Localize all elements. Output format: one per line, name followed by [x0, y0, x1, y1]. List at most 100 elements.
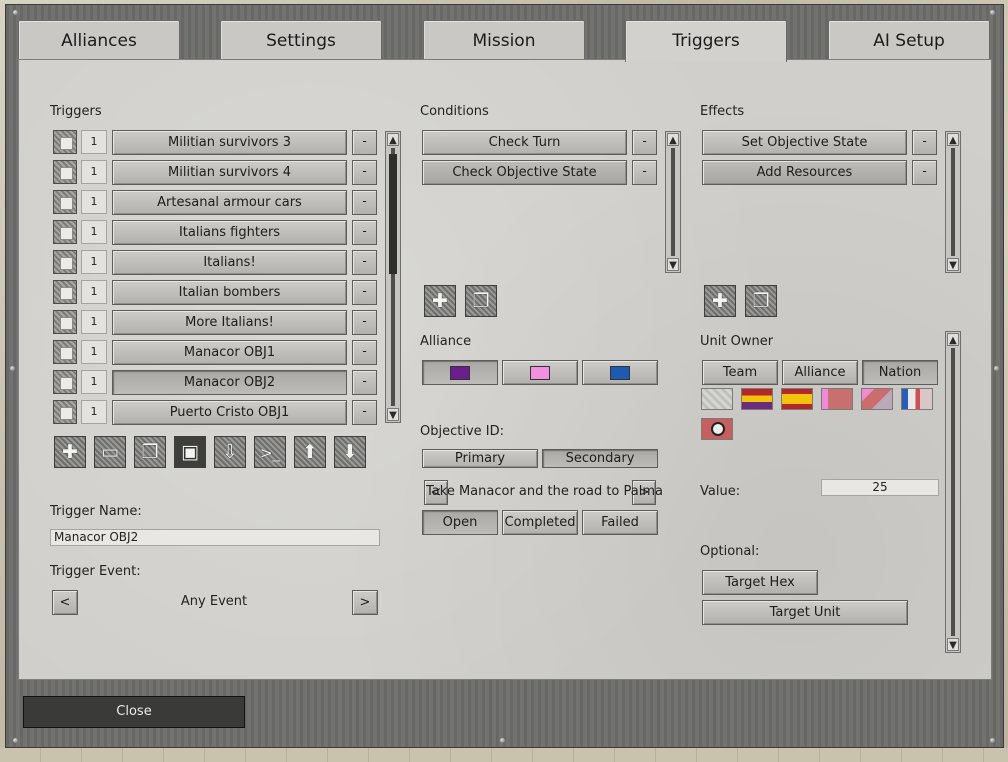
trigger-enabled-checkbox[interactable] — [53, 190, 77, 214]
trigger-repeat-count[interactable]: 1 — [81, 280, 107, 304]
trigger-enabled-checkbox[interactable] — [53, 340, 77, 364]
remove-trigger-button[interactable]: - — [352, 250, 377, 275]
owner-team-button[interactable]: Team — [702, 360, 778, 385]
trigger-enabled-checkbox[interactable] — [53, 370, 77, 394]
tab-ai-setup[interactable]: AI Setup — [828, 20, 990, 60]
scroll-down-icon[interactable]: ▼ — [387, 408, 399, 421]
add-condition-button[interactable]: ✚ — [424, 285, 456, 317]
copy-condition-button[interactable]: ❐ — [465, 285, 497, 317]
scroll-up-icon[interactable]: ▲ — [947, 333, 959, 346]
trigger-enabled-checkbox[interactable] — [53, 130, 77, 154]
alliance-option-3[interactable] — [582, 360, 658, 385]
condition-check-objective-state[interactable]: Check Objective State — [422, 160, 627, 185]
console-button[interactable]: >_ — [254, 436, 286, 468]
effect-set-objective-state[interactable]: Set Objective State — [702, 130, 907, 155]
alliance-option-2[interactable] — [502, 360, 578, 385]
trigger-repeat-count[interactable]: 1 — [81, 400, 107, 424]
trigger-enabled-checkbox[interactable] — [53, 250, 77, 274]
trigger-enabled-checkbox[interactable] — [53, 280, 77, 304]
trigger-item[interactable]: Militian survivors 3 — [112, 130, 347, 155]
trigger-enabled-checkbox[interactable] — [53, 220, 77, 244]
import-trigger-button[interactable]: ⇩ — [214, 436, 246, 468]
trigger-item[interactable]: Italians! — [112, 250, 347, 275]
remove-trigger-button[interactable]: - — [352, 160, 377, 185]
remove-condition-button[interactable]: - — [632, 130, 657, 155]
scroll-down-icon[interactable]: ▼ — [667, 258, 679, 271]
add-trigger-button[interactable]: ✚ — [54, 436, 86, 468]
state-open-button[interactable]: Open — [422, 510, 498, 535]
trigger-enabled-checkbox[interactable] — [53, 160, 77, 184]
effect-details-scrollbar[interactable]: ▲ ▼ — [945, 331, 961, 653]
event-prev-button[interactable]: < — [52, 590, 78, 615]
tab-triggers[interactable]: Triggers — [625, 20, 787, 62]
trigger-list-scrollbar[interactable]: ▲ ▼ — [385, 131, 401, 423]
tab-mission[interactable]: Mission — [423, 20, 585, 60]
trigger-item[interactable]: Artesanal armour cars — [112, 190, 347, 215]
remove-trigger-button[interactable]: - — [352, 220, 377, 245]
trigger-repeat-count[interactable]: 1 — [81, 130, 107, 154]
trigger-item[interactable]: Italian bombers — [112, 280, 347, 305]
nation-flag-italy[interactable] — [901, 388, 933, 410]
alliance-option-1[interactable] — [422, 360, 498, 385]
scrollbar-thumb[interactable] — [389, 154, 397, 274]
trigger-repeat-count[interactable]: 1 — [81, 250, 107, 274]
target-unit-button[interactable]: Target Unit — [702, 600, 908, 625]
owner-nation-button[interactable]: Nation — [862, 360, 938, 385]
trigger-repeat-count[interactable]: 1 — [81, 220, 107, 244]
copy-trigger-button[interactable]: ❐ — [134, 436, 166, 468]
trigger-item[interactable]: Puerto Cristo OBJ1 — [112, 400, 347, 425]
scroll-down-icon[interactable]: ▼ — [947, 258, 959, 271]
copy-effect-button[interactable]: ❐ — [745, 285, 777, 317]
remove-trigger-button[interactable]: - — [352, 280, 377, 305]
remove-trigger-button[interactable]: - — [352, 340, 377, 365]
remove-trigger-button[interactable]: - — [352, 370, 377, 395]
objective-primary-button[interactable]: Primary — [422, 449, 538, 468]
event-next-button[interactable]: > — [352, 590, 378, 615]
scroll-up-icon[interactable]: ▲ — [387, 133, 399, 146]
nation-flag-germany[interactable] — [701, 418, 733, 440]
remove-trigger-button[interactable]: - — [352, 310, 377, 335]
remove-trigger-button[interactable]: - — [352, 400, 377, 425]
trigger-repeat-count[interactable]: 1 — [81, 370, 107, 394]
open-trigger-button[interactable]: ▭ — [94, 436, 126, 468]
state-failed-button[interactable]: Failed — [582, 510, 658, 535]
target-hex-button[interactable]: Target Hex — [702, 570, 818, 595]
nation-flag-spain[interactable] — [781, 388, 813, 410]
remove-effect-button[interactable]: - — [912, 130, 937, 155]
trigger-repeat-count[interactable]: 1 — [81, 160, 107, 184]
remove-trigger-button[interactable]: - — [352, 130, 377, 155]
objective-secondary-button[interactable]: Secondary — [542, 449, 658, 468]
state-completed-button[interactable]: Completed — [502, 510, 578, 535]
trigger-item[interactable]: Manacor OBJ2 — [112, 370, 347, 395]
owner-alliance-button[interactable]: Alliance — [782, 360, 858, 385]
scroll-down-icon[interactable]: ▼ — [947, 638, 959, 651]
nation-flag-pink[interactable] — [821, 388, 853, 410]
nation-flag-neutral[interactable] — [701, 388, 733, 410]
move-up-button[interactable]: ⬆ — [294, 436, 326, 468]
remove-condition-button[interactable]: - — [632, 160, 657, 185]
add-effect-button[interactable]: ✚ — [704, 285, 736, 317]
effects-scrollbar[interactable]: ▲ ▼ — [945, 131, 961, 273]
nation-flag-mixed[interactable] — [861, 388, 893, 410]
remove-effect-button[interactable]: - — [912, 160, 937, 185]
nation-flag-republic[interactable] — [741, 388, 773, 410]
scroll-up-icon[interactable]: ▲ — [947, 133, 959, 146]
trigger-item[interactable]: Italians fighters — [112, 220, 347, 245]
conditions-scrollbar[interactable]: ▲ ▼ — [665, 131, 681, 273]
tab-alliances[interactable]: Alliances — [18, 20, 180, 60]
condition-check-turn[interactable]: Check Turn — [422, 130, 627, 155]
trigger-item[interactable]: Manacor OBJ1 — [112, 340, 347, 365]
remove-trigger-button[interactable]: - — [352, 190, 377, 215]
close-button[interactable]: Close — [23, 696, 245, 728]
tab-settings[interactable]: Settings — [220, 20, 382, 60]
trigger-repeat-count[interactable]: 1 — [81, 340, 107, 364]
trigger-name-input[interactable]: Manacor OBJ2 — [50, 529, 380, 546]
trigger-item[interactable]: More Italians! — [112, 310, 347, 335]
trigger-enabled-checkbox[interactable] — [53, 310, 77, 334]
trigger-enabled-checkbox[interactable] — [53, 400, 77, 424]
move-down-button[interactable]: ⬇ — [334, 436, 366, 468]
effect-add-resources[interactable]: Add Resources — [702, 160, 907, 185]
value-input[interactable]: 25 — [821, 479, 939, 496]
save-trigger-button[interactable]: ▣ — [174, 436, 206, 468]
scroll-up-icon[interactable]: ▲ — [667, 133, 679, 146]
